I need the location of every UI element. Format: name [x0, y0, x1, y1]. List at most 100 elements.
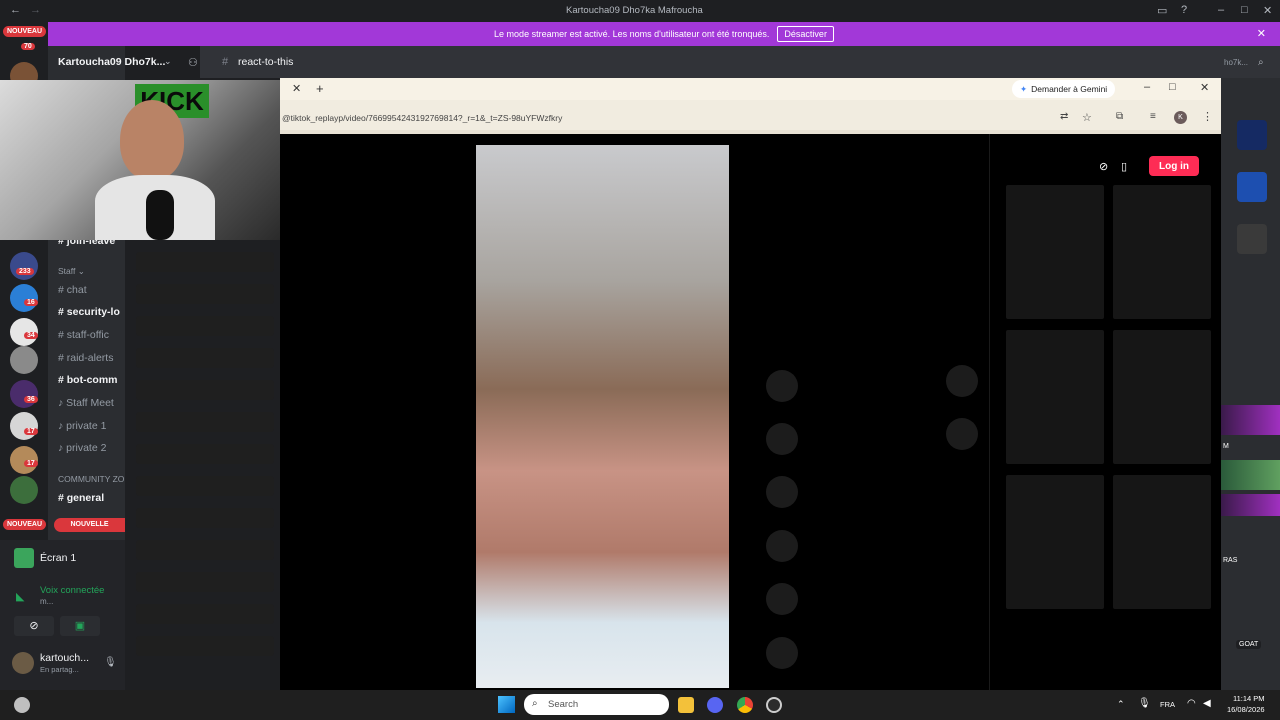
- disable-streamer-button[interactable]: Désactiver: [777, 26, 834, 42]
- minimize-icon[interactable]: –: [1144, 81, 1150, 93]
- microphone-icon[interactable]: 🎙: [1138, 698, 1151, 709]
- search-icon[interactable]: ⌕: [1258, 57, 1264, 68]
- close-icon[interactable]: ✕: [1200, 81, 1209, 94]
- right-strip: [1221, 78, 1280, 690]
- server-icon[interactable]: [10, 252, 38, 280]
- minimize-icon[interactable]: –: [1218, 4, 1224, 16]
- skeleton-line: [136, 572, 274, 592]
- star-icon[interactable]: ☆: [1082, 111, 1092, 124]
- file-explorer-icon[interactable]: [678, 697, 694, 713]
- back-icon[interactable]: ←: [10, 4, 21, 16]
- address-bar[interactable]: @tiktok_replayp/video/766995424319276981…: [280, 106, 1221, 130]
- app-icon[interactable]: [766, 697, 782, 713]
- banner-close-icon[interactable]: ✕: [1257, 27, 1266, 40]
- microphone-icon[interactable]: 🎙: [104, 657, 117, 668]
- screen-share-button[interactable]: ▣: [60, 616, 100, 636]
- close-icon[interactable]: ✕: [1263, 4, 1272, 17]
- voice-channel-private-2[interactable]: ♪ private 2: [58, 442, 125, 454]
- server-icon[interactable]: [10, 284, 38, 312]
- video-tile[interactable]: [1113, 185, 1211, 319]
- server-icon[interactable]: [10, 380, 38, 408]
- side-label: M: [1223, 443, 1229, 450]
- device-icon[interactable]: ▯: [1121, 160, 1127, 173]
- new-tab-icon[interactable]: +: [316, 81, 324, 96]
- chevron-up-icon[interactable]: ⌃: [1117, 699, 1125, 710]
- clock-date[interactable]: 16/08/2026: [1227, 705, 1265, 714]
- gemini-label: Demander à Gemini: [1031, 84, 1108, 94]
- translate-icon[interactable]: ⇄: [1060, 111, 1068, 122]
- maximize-icon[interactable]: □: [1169, 81, 1176, 93]
- server-name[interactable]: Kartoucha09 Dho7k...: [58, 56, 165, 68]
- compass-icon[interactable]: ⊘: [1099, 160, 1108, 173]
- channel-label: raid-alerts: [66, 352, 114, 364]
- video-player[interactable]: [476, 145, 729, 688]
- url-text[interactable]: @tiktok_replayp/video/766995424319276981…: [282, 113, 562, 123]
- bookmark-button[interactable]: [766, 476, 798, 508]
- close-tab-icon[interactable]: ✕: [292, 82, 301, 95]
- forward-icon[interactable]: →: [30, 4, 41, 16]
- video-tile[interactable]: [1113, 330, 1211, 464]
- channel-item-staff-office[interactable]: # staff-offic: [58, 329, 125, 341]
- login-button[interactable]: Log in: [1149, 156, 1199, 176]
- new-messages-pill[interactable]: NOUVELLE: [54, 518, 125, 532]
- channel-item-raid-alerts[interactable]: # raid-alerts: [58, 352, 125, 364]
- share-button[interactable]: [766, 530, 798, 562]
- camera-off-icon[interactable]: ⊘: [14, 616, 54, 636]
- window-titlebar: ← → Kartoucha09 Dho7ka Mafroucha ▭ ? – □…: [0, 0, 1280, 22]
- mention-badge: 34: [24, 332, 38, 339]
- action-button[interactable]: [766, 637, 798, 669]
- voice-channel-staff-meeting[interactable]: ♪ Staff Meet: [58, 397, 125, 409]
- wifi-icon[interactable]: ◠: [1187, 698, 1196, 709]
- start-icon[interactable]: [498, 696, 515, 713]
- action-button[interactable]: [766, 583, 798, 615]
- user-status: En partag...: [40, 665, 79, 674]
- app-thumbnail[interactable]: [1237, 172, 1267, 202]
- chrome-icon[interactable]: [737, 697, 753, 713]
- voice-channel-private-1[interactable]: ♪ private 1: [58, 420, 125, 432]
- taskbar-search[interactable]: ⌕ Search: [524, 694, 669, 715]
- video-tile[interactable]: [1006, 475, 1104, 609]
- add-member-icon[interactable]: ⚇: [188, 56, 198, 69]
- signal-icon: ◣: [16, 591, 25, 603]
- comment-button[interactable]: [766, 423, 798, 455]
- video-tile[interactable]: [1006, 185, 1104, 319]
- server-icon[interactable]: [10, 412, 38, 440]
- server-icon[interactable]: [10, 346, 38, 374]
- avatar[interactable]: [12, 652, 34, 674]
- like-button[interactable]: [766, 370, 798, 402]
- server-icon[interactable]: [10, 476, 38, 504]
- profile-avatar[interactable]: K: [1174, 111, 1187, 124]
- channel-item-chat[interactable]: # chat: [58, 284, 125, 296]
- nav-up-button[interactable]: [946, 365, 978, 397]
- channel-item-bot-commands[interactable]: # bot-comm: [58, 374, 125, 386]
- category-community[interactable]: COMMUNITY ZO: [58, 474, 125, 484]
- reading-list-icon[interactable]: ≡: [1150, 111, 1156, 122]
- chevron-down-icon[interactable]: ⌄: [164, 56, 172, 67]
- inbox-icon[interactable]: ▭: [1157, 4, 1167, 17]
- language-indicator[interactable]: FRA: [1160, 700, 1175, 709]
- mention-badge: 17: [24, 428, 38, 435]
- channel-item-general[interactable]: # general: [58, 492, 125, 504]
- screen-label[interactable]: Écran 1: [40, 552, 76, 564]
- extensions-icon[interactable]: ⧉: [1116, 111, 1123, 122]
- app-thumbnail[interactable]: [1237, 224, 1267, 254]
- video-tile[interactable]: [1113, 475, 1211, 609]
- clock-time[interactable]: 11:14 PM: [1233, 694, 1265, 703]
- gemini-button[interactable]: ✦ Demander à Gemini: [1012, 80, 1116, 98]
- username[interactable]: kartouch...: [40, 652, 89, 664]
- widgets-icon[interactable]: [14, 697, 30, 713]
- volume-icon[interactable]: ◀: [1203, 698, 1211, 709]
- video-tile[interactable]: [1006, 330, 1104, 464]
- mention-badge: 17: [24, 460, 38, 467]
- discord-icon[interactable]: [707, 697, 723, 713]
- decoration-strip: [1221, 494, 1280, 516]
- skeleton-line: [136, 540, 274, 560]
- channel-item-security[interactable]: # security-lo: [58, 306, 125, 318]
- nav-down-button[interactable]: [946, 418, 978, 450]
- mention-badge: 16: [24, 299, 38, 306]
- app-thumbnail[interactable]: [1237, 120, 1267, 150]
- category-staff[interactable]: Staff ⌄: [58, 266, 125, 277]
- menu-icon[interactable]: ⋮: [1202, 110, 1213, 123]
- help-icon[interactable]: ?: [1181, 4, 1187, 16]
- maximize-icon[interactable]: □: [1241, 4, 1248, 16]
